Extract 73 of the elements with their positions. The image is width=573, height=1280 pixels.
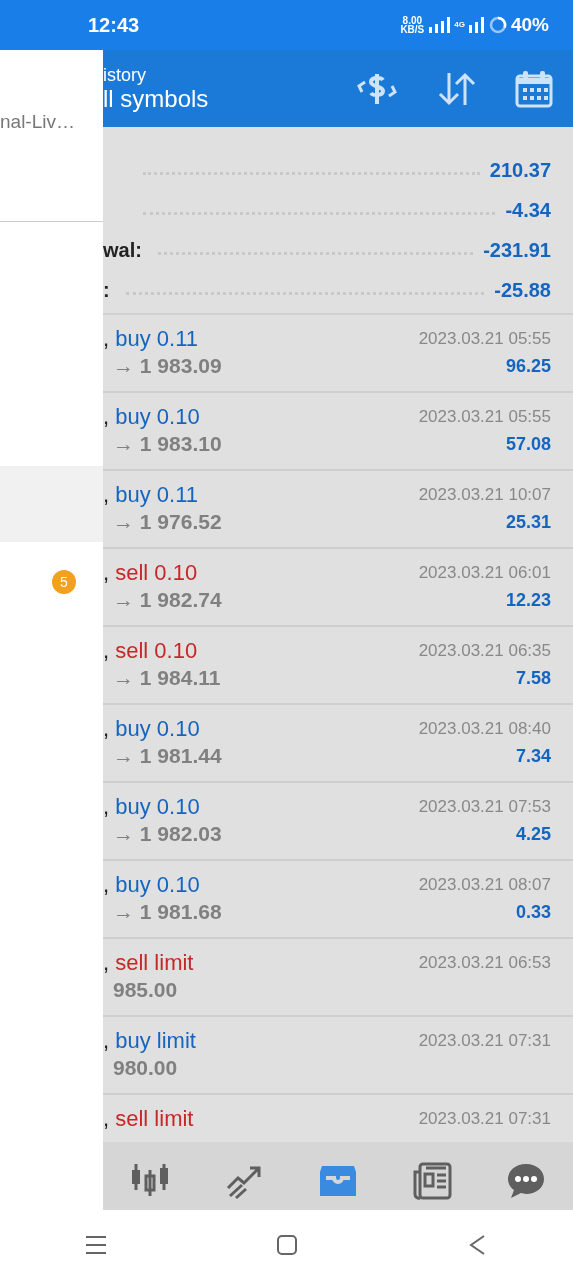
trade-profit: 4.25 (515, 823, 551, 846)
battery-level: 40% (510, 12, 549, 37)
trade-prices: → 1 981.44 (112, 743, 222, 769)
home-icon[interactable] (274, 1233, 299, 1257)
trade-title: , sell 0.10 (103, 559, 199, 587)
trade-row[interactable]: , buy 0.11 → 1 976.52 2023.03.21 10:07 25.31 (103, 471, 573, 549)
trade-profit: 96.25 (505, 355, 551, 378)
trade-time: 2023.03.21 05:55 (418, 406, 551, 428)
trade-row[interactable]: , buy limit 980.00 2023.03.21 07:31 (103, 1017, 573, 1095)
trade-time: 2023.03.21 07:53 (418, 796, 551, 818)
signal-icon (428, 17, 451, 33)
trade-time: 2023.03.21 10:07 (418, 484, 551, 506)
trade-prices: → 1 983.09 (112, 353, 222, 379)
summary-value: -231.91 (483, 238, 551, 263)
trade-row[interactable]: , buy 0.10 → 1 981.68 2023.03.21 08:07 0.33 (103, 861, 573, 939)
trade-row[interactable]: , sell limit 985.00 2023.03.21 06:53 (103, 939, 573, 1017)
trade-prices: → 1 981.68 (112, 899, 222, 925)
trade-title: , buy 0.10 (103, 793, 201, 821)
trade-prices: → 1 976.52 (112, 509, 222, 535)
sort-icon[interactable] (437, 70, 477, 107)
symbol-filter[interactable]: ll symbols (103, 84, 209, 113)
screen-title: istory (103, 64, 147, 85)
trade-row[interactable]: , buy 0.11 → 1 983.09 2023.03.21 05:55 96.25 (103, 315, 573, 393)
trade-row[interactable]: , sell 0.10 → 1 982.74 2023.03.21 06:01 12.23 (103, 549, 573, 627)
count-badge: 5 (52, 570, 76, 594)
trade-row[interactable]: , buy 0.10 → 1 981.44 2023.03.21 08:40 7.34 (103, 705, 573, 783)
trade-title: , sell limit (103, 949, 194, 977)
trade-time: 2023.03.21 07:31 (418, 1108, 551, 1130)
trade-profit: 7.34 (515, 745, 551, 768)
trade-prices: → 1 982.74 (112, 587, 222, 613)
trade-profit: 57.08 (505, 433, 551, 456)
trade-title: , buy 0.10 (103, 715, 201, 743)
menu-icon[interactable] (83, 1233, 108, 1257)
network-type: 4G (454, 19, 465, 31)
trade-title: , buy 0.11 (103, 481, 200, 509)
trade-time: 2023.03.21 07:31 (418, 1030, 551, 1052)
newspaper-icon[interactable] (412, 1162, 452, 1200)
signal-icon (468, 17, 485, 33)
summary-label: : (103, 278, 110, 303)
summary-label: wal: (103, 238, 142, 263)
trade-row[interactable]: , sell 0.10 → 1 984.11 2023.03.21 06:35 7.58 (103, 627, 573, 705)
trade-profit: 7.58 (515, 667, 551, 690)
trade-title: , sell limit (103, 1105, 194, 1133)
trade-title: , buy 0.11 (103, 325, 200, 353)
summary-value: -25.88 (494, 278, 551, 303)
account-name[interactable]: nal-Liv… (0, 111, 75, 132)
summary-value: -4.34 (505, 198, 551, 223)
trade-prices: → 1 982.03 (112, 821, 222, 847)
summary-value: 210.37 (489, 158, 551, 183)
trade-row[interactable]: , buy 0.10 → 1 983.10 2023.03.21 05:55 57.08 (103, 393, 573, 471)
trade-time: 2023.03.21 06:53 (418, 952, 551, 974)
trade-row[interactable]: , buy 0.10 → 1 982.03 2023.03.21 07:53 4.25 (103, 783, 573, 861)
trade-prices: → 1 984.11 (112, 665, 221, 691)
trade-time: 2023.03.21 08:07 (418, 874, 551, 896)
chat-icon[interactable] (506, 1162, 546, 1200)
trade-profit: 0.33 (515, 901, 551, 924)
calendar-icon[interactable] (515, 69, 553, 108)
trade-title: , buy 0.10 (103, 403, 201, 431)
trade-profit: 12.23 (505, 589, 551, 612)
trade-title: , buy 0.10 (103, 871, 201, 899)
trade-time: 2023.03.21 08:40 (418, 718, 551, 740)
trade-time: 2023.03.21 06:01 (418, 562, 551, 584)
trade-time: 2023.03.21 06:35 (418, 640, 551, 662)
network-speed: 8.00 KB/S (400, 16, 425, 34)
trade-title: , sell 0.10 (103, 637, 199, 665)
clock-time: 12:43 (88, 13, 140, 38)
trade-prices: 980.00 (112, 1055, 179, 1081)
battery-icon (488, 16, 507, 34)
trade-prices: 985.00 (112, 977, 179, 1003)
trade-prices: → 1 983.10 (112, 431, 222, 457)
trade-time: 2023.03.21 05:55 (418, 328, 551, 350)
trade-profit: 25.31 (505, 511, 551, 534)
trade-title: , buy limit (103, 1027, 196, 1055)
